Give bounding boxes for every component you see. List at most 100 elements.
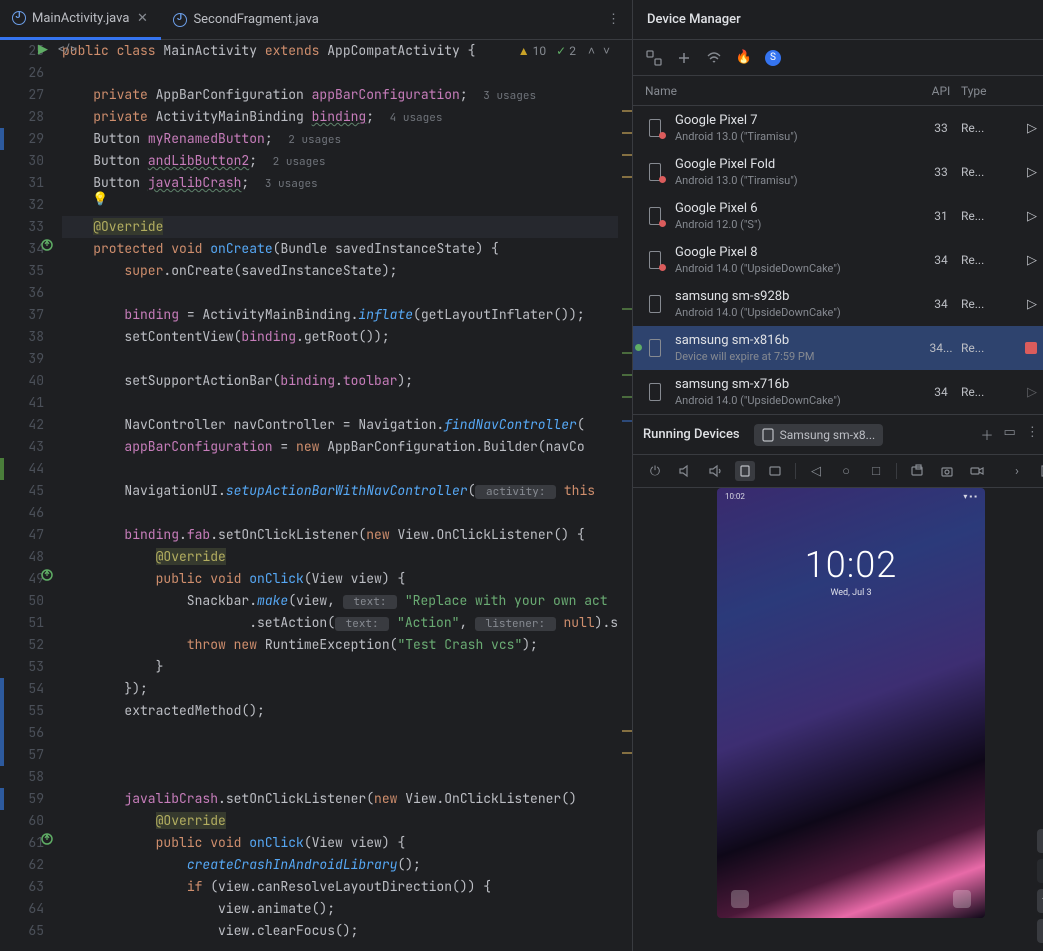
device-icon: [645, 250, 665, 270]
device-subtitle: Android 13.0 ("Tiramisu"): [675, 130, 921, 143]
device-api: 34: [921, 385, 961, 399]
zoom-out-button[interactable]: －: [1037, 859, 1043, 883]
device-subtitle: Android 14.0 ("UpsideDownCake"): [675, 394, 921, 407]
tab-main-activity[interactable]: MainActivity.java ✕: [0, 0, 161, 40]
rotate-left-icon[interactable]: [735, 461, 755, 481]
wifi-icon[interactable]: [705, 49, 723, 67]
device-manager-toolbar: 🔥 S: [633, 40, 1043, 76]
overview-icon[interactable]: □: [866, 461, 886, 481]
device-row[interactable]: samsung sm-s928bAndroid 14.0 ("UpsideDow…: [633, 282, 1043, 326]
volume-down-icon[interactable]: [705, 461, 725, 481]
device-name: samsung sm-x816b: [675, 333, 921, 348]
layout-inspector-icon[interactable]: [1037, 461, 1043, 481]
chevron-right-icon[interactable]: ›: [1007, 461, 1027, 481]
run-device-button[interactable]: ▷: [1027, 253, 1037, 268]
warnings-badge[interactable]: ▲10: [518, 44, 546, 58]
record-icon[interactable]: [967, 461, 987, 481]
add-device-icon[interactable]: [675, 49, 693, 67]
phone-shortcut-icon: [731, 890, 749, 908]
power-icon[interactable]: ⏻: [645, 461, 665, 481]
device-icon: [645, 206, 665, 226]
device-type: Re...: [961, 253, 1007, 267]
code-nav-icon[interactable]: </>: [58, 42, 77, 57]
device-api: 34: [921, 253, 961, 267]
rotate-right-icon[interactable]: [765, 461, 785, 481]
run-device-button[interactable]: ▷: [1027, 385, 1037, 400]
device-row[interactable]: Google Pixel 8Android 14.0 ("UpsideDownC…: [633, 238, 1043, 282]
device-name: samsung sm-x716b: [675, 377, 921, 392]
prev-issue-icon[interactable]: ˄: [586, 42, 597, 60]
next-issue-icon[interactable]: ˅: [601, 42, 612, 60]
device-row[interactable]: Google Pixel 7 Android 13.0 ("Tiramisu")3…: [633, 106, 1043, 150]
device-name: Google Pixel 8: [675, 245, 921, 260]
snapshot-icon[interactable]: [907, 461, 927, 481]
device-row[interactable]: samsung sm-x716b Android 14.0 ("UpsideDow…: [633, 370, 1043, 414]
device-row[interactable]: Google Pixel Fold Android 13.0 ("Tiramisu…: [633, 150, 1043, 194]
minimap[interactable]: [618, 40, 632, 951]
device-screen[interactable]: 10:02▾ ▪ ▪ 10:02 Wed, Jul 3: [717, 488, 985, 918]
device-type: Re...: [961, 209, 1007, 223]
java-file-icon: [173, 13, 187, 27]
device-table-header: Name API Type: [633, 76, 1043, 106]
device-icon: [645, 162, 665, 182]
zoom-in-button[interactable]: ＋: [1037, 829, 1043, 853]
window-mode-icon[interactable]: ▭: [1004, 425, 1016, 444]
run-device-button[interactable]: ▷: [1027, 165, 1037, 180]
col-api: API: [921, 84, 961, 98]
device-icon: [645, 118, 665, 138]
running-device-tab[interactable]: Samsung sm-x8...: [754, 424, 884, 446]
stop-device-button[interactable]: [1025, 342, 1037, 354]
device-name: samsung sm-s928b: [675, 289, 921, 304]
device-subtitle: Android 12.0 ("S"): [675, 218, 921, 231]
run-device-button[interactable]: ▷: [1027, 121, 1037, 136]
more-icon[interactable]: ⋮: [1026, 425, 1039, 444]
screenshot-icon[interactable]: [937, 461, 957, 481]
device-icon: [645, 382, 665, 402]
line-gutter: 2526272829303132333435363738394041424344…: [0, 40, 58, 951]
firebase-icon[interactable]: 🔥: [735, 49, 753, 67]
device-row[interactable]: Google Pixel 6Android 12.0 ("S")31Re...▷…: [633, 194, 1043, 238]
device-icon: [645, 338, 665, 358]
device-api: 34...: [921, 341, 961, 355]
pair-devices-icon[interactable]: [645, 49, 663, 67]
device-name: Google Pixel 7: [675, 113, 921, 128]
home-icon[interactable]: ○: [836, 461, 856, 481]
running-devices-title: Running Devices: [643, 427, 748, 442]
device-row[interactable]: samsung sm-x816b Device will expire at 7:…: [633, 326, 1043, 370]
lockscreen-clock: 10:02: [805, 544, 897, 586]
tabs-overflow-menu[interactable]: ⋮: [603, 8, 624, 31]
device-api: 33: [921, 121, 961, 135]
lightbulb-icon[interactable]: 💡: [92, 192, 108, 207]
volume-up-icon[interactable]: [675, 461, 695, 481]
zoom-ratio-button[interactable]: 1:1: [1037, 889, 1043, 913]
override-marker-icon[interactable]: [40, 568, 54, 582]
run-device-button[interactable]: ▷: [1027, 209, 1037, 224]
device-type: Re...: [961, 121, 1007, 135]
emulator-controls: ⏻ ◁ ○ □ ›: [633, 455, 1043, 488]
lockscreen-date: Wed, Jul 3: [830, 588, 871, 598]
close-icon[interactable]: ✕: [135, 11, 149, 25]
code-editor[interactable]: public class MainActivity extends AppCom…: [58, 40, 618, 951]
add-tab-icon[interactable]: ＋: [981, 425, 994, 444]
device-api: 34: [921, 297, 961, 311]
device-name: Google Pixel Fold: [675, 157, 921, 172]
device-subtitle: Android 13.0 ("Tiramisu"): [675, 174, 921, 187]
device-icon: [645, 294, 665, 314]
device-manager-title: Device Manager: [633, 0, 1043, 40]
col-type: Type: [961, 84, 1007, 98]
checks-badge[interactable]: ✓2: [556, 44, 576, 58]
tab-label: SecondFragment.java: [193, 12, 318, 27]
device-api: 33: [921, 165, 961, 179]
samsung-icon[interactable]: S: [765, 50, 781, 66]
override-marker-icon[interactable]: [40, 238, 54, 252]
tab-second-fragment[interactable]: SecondFragment.java: [161, 0, 330, 40]
zoom-fit-button[interactable]: ▭: [1037, 919, 1043, 943]
run-device-button[interactable]: ▷: [1027, 297, 1037, 312]
run-icon[interactable]: ▶: [38, 42, 48, 57]
back-icon[interactable]: ◁: [806, 461, 826, 481]
tab-label: MainActivity.java: [32, 11, 129, 26]
override-marker-icon[interactable]: [40, 832, 54, 846]
camera-shortcut-icon: [953, 890, 971, 908]
device-subtitle: Device will expire at 7:59 PM: [675, 350, 921, 363]
device-name: Google Pixel 6: [675, 201, 921, 216]
